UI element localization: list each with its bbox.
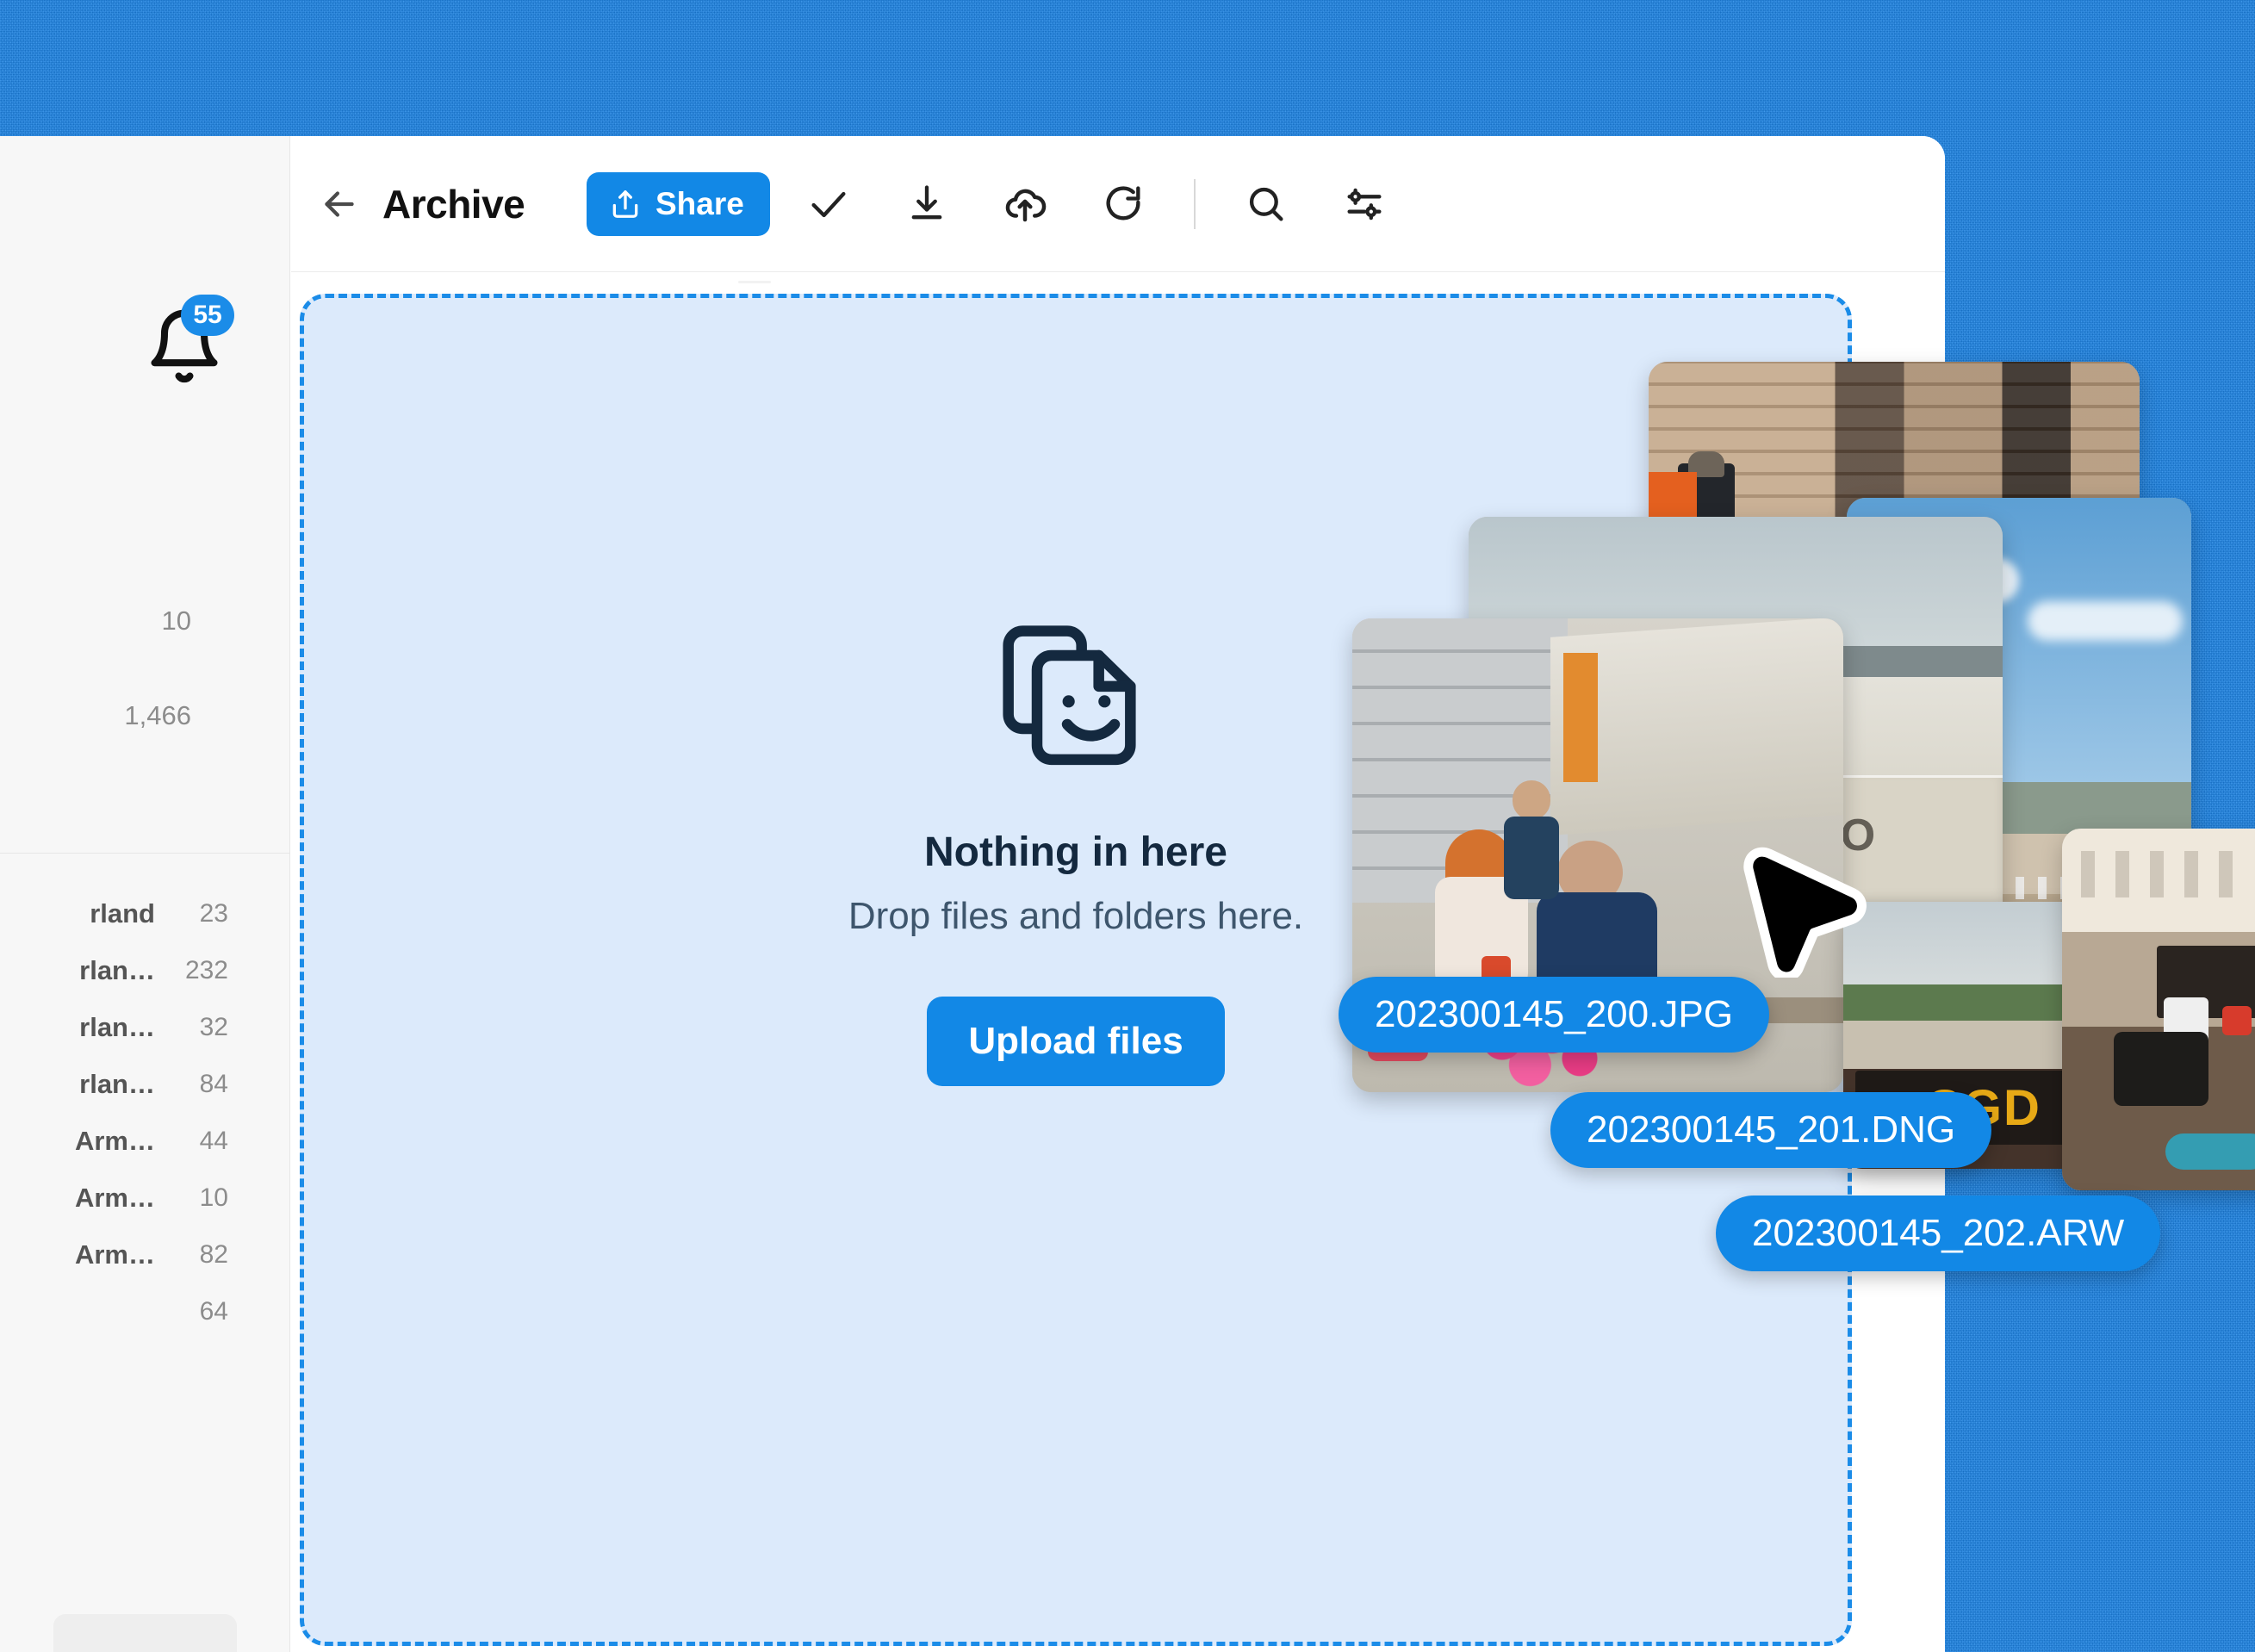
- sidebar-stat-value: 10: [161, 606, 191, 636]
- toolbar: Archive Share: [291, 136, 1945, 283]
- notifications-button[interactable]: 55: [145, 295, 248, 389]
- toolbar-hairline: [738, 281, 771, 283]
- filter-button[interactable]: [1325, 165, 1404, 244]
- empty-state: Nothing in here Drop files and folders h…: [304, 608, 1848, 1086]
- sidebar-item-6[interactable]: Arm… 82: [0, 1227, 290, 1283]
- sidebar-item-label: rland: [90, 898, 155, 928]
- sidebar-item-label: Arm…: [74, 1126, 155, 1156]
- sidebar-item-count: 64: [199, 1297, 228, 1326]
- sidebar-item-5[interactable]: Arm… 10: [0, 1170, 290, 1227]
- sidebar-item-2[interactable]: rlan… 32: [0, 999, 290, 1056]
- filter-sliders-icon: [1347, 188, 1382, 220]
- file-dropzone[interactable]: Nothing in here Drop files and folders h…: [300, 294, 1852, 1646]
- sidebar-item-1[interactable]: rlan… 232: [0, 942, 290, 999]
- upload-files-button[interactable]: Upload files: [927, 997, 1225, 1086]
- sidebar-item-count: 82: [199, 1240, 228, 1269]
- cloud-upload-icon: [1005, 189, 1047, 222]
- select-all-icon: [811, 191, 846, 218]
- content-area: Archive Share Nothing in here Drop files…: [291, 136, 1945, 1652]
- sidebar-list: rland 23 rlan… 232 rlan… 32 rlan… 84 Arm…: [0, 885, 290, 1340]
- sidebar-item-count: 232: [184, 956, 228, 984]
- download-icon: [911, 185, 942, 220]
- toolbar-divider: [1193, 179, 1196, 229]
- files-smiley-icon: [1003, 625, 1136, 766]
- download-button[interactable]: [887, 165, 966, 244]
- empty-state-subtitle: Drop files and folders here.: [848, 895, 1304, 937]
- sidebar-item-count: 32: [199, 1013, 228, 1041]
- sidebar-divider: [0, 853, 290, 854]
- app-window: 55 10 1,466 rland 23 rlan… 232 rlan… 32 …: [0, 136, 1945, 1652]
- sidebar-item-4[interactable]: Arm… 44: [0, 1113, 290, 1170]
- sidebar-item-label: rlan…: [79, 1069, 155, 1099]
- sidebar-item-label: Arm…: [74, 1183, 155, 1213]
- share-button[interactable]: Share: [587, 172, 770, 236]
- empty-state-title: Nothing in here: [924, 829, 1227, 875]
- share-upload-icon: [612, 190, 638, 218]
- sidebar-item-count: 23: [199, 899, 228, 928]
- sidebar-item-7[interactable]: 64: [0, 1283, 290, 1340]
- sidebar-item-label: Arm…: [74, 1239, 155, 1270]
- share-button-label: Share: [655, 186, 744, 221]
- cloud-upload-button[interactable]: [985, 165, 1065, 244]
- refresh-icon: [1106, 186, 1140, 220]
- page-title: Archive: [382, 181, 525, 227]
- sidebar-item-count: 10: [199, 1183, 228, 1212]
- search-icon: [1249, 187, 1283, 221]
- select-all-button[interactable]: [789, 165, 868, 244]
- arrow-left-icon: [325, 190, 354, 217]
- sidebar-placeholder-block: [53, 1614, 237, 1652]
- refresh-button[interactable]: [1084, 165, 1163, 244]
- sidebar-stat-value: 1,466: [124, 700, 191, 730]
- search-button[interactable]: [1227, 165, 1306, 244]
- sidebar-item-label: rlan…: [79, 1012, 155, 1042]
- sidebar-item-3[interactable]: rlan… 84: [0, 1056, 290, 1113]
- sidebar-item-0[interactable]: rland 23: [0, 885, 290, 942]
- sidebar-item-count: 44: [199, 1127, 228, 1155]
- sidebar-item-label: rlan…: [79, 955, 155, 985]
- notification-badge: 55: [181, 295, 234, 336]
- sidebar-item-count: 84: [199, 1070, 228, 1098]
- toolbar-actions: Share: [587, 136, 1404, 272]
- back-button[interactable]: [314, 178, 365, 230]
- sidebar: 55 10 1,466 rland 23 rlan… 232 rlan… 32 …: [0, 136, 290, 1652]
